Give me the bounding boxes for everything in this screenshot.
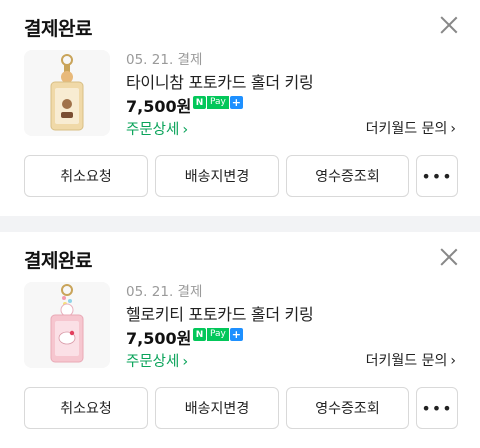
order-detail-link[interactable]: 주문상세 › — [126, 350, 188, 371]
npay-badge: N Pay + — [193, 95, 243, 110]
order-detail-link[interactable]: 주문상세 › — [126, 118, 188, 139]
keyring-holder-image — [24, 282, 110, 368]
close-icon[interactable] — [438, 246, 460, 268]
seller-inquiry-link[interactable]: 더키월드 문의 › — [366, 118, 456, 138]
view-receipt-button[interactable]: 영수증조회 — [286, 387, 409, 429]
npay-plus-icon: + — [229, 96, 243, 109]
order-status: 결제완료 — [24, 18, 92, 40]
keyring-holder-image — [24, 50, 110, 136]
cancel-request-button[interactable]: 취소요청 — [24, 387, 148, 429]
close-icon[interactable] — [438, 14, 460, 36]
npay-pay-label: Pay — [207, 96, 229, 109]
view-receipt-button[interactable]: 영수증조회 — [286, 155, 409, 197]
seller-inquiry-label: 더키월드 문의 — [365, 121, 448, 137]
npay-pay-label: Pay — [207, 328, 229, 341]
more-options-button[interactable]: ••• — [416, 155, 458, 197]
change-address-button[interactable]: 배송지변경 — [155, 387, 279, 429]
npay-n-icon: N — [193, 328, 206, 341]
product-price: 7,500원 — [126, 97, 192, 116]
npay-n-icon: N — [193, 96, 206, 109]
payment-date: 05. 21. 결제 — [126, 284, 203, 300]
product-thumbnail[interactable] — [24, 50, 110, 136]
seller-inquiry-label: 더키월드 문의 — [365, 353, 448, 369]
npay-plus-icon: + — [229, 328, 243, 341]
more-options-button[interactable]: ••• — [416, 387, 458, 429]
order-card: 결제완료 05. 21. 결제 타이니참 포토카드 홀더 키링 7,500원 N… — [0, 0, 480, 216]
product-name[interactable]: 타이니참 포토카드 홀더 키링 — [126, 69, 314, 93]
seller-inquiry-link[interactable]: 더키월드 문의 › — [366, 350, 456, 370]
order-card: 결제완료 05. 21. 결제 헬로키티 포토카드 홀더 키링 7,500원 N… — [0, 232, 480, 448]
cancel-request-button[interactable]: 취소요청 — [24, 155, 148, 197]
order-detail-label: 주문상세 — [126, 354, 180, 370]
chevron-right-icon: › — [182, 122, 189, 138]
section-divider — [0, 216, 480, 232]
order-status: 결제완료 — [24, 250, 92, 272]
chevron-right-icon: › — [450, 353, 456, 369]
product-name[interactable]: 헬로키티 포토카드 홀더 키링 — [126, 301, 314, 325]
chevron-right-icon: › — [182, 354, 189, 370]
payment-date: 05. 21. 결제 — [126, 52, 203, 68]
npay-badge: N Pay + — [193, 327, 243, 342]
order-detail-label: 주문상세 — [126, 122, 180, 138]
product-price: 7,500원 — [126, 329, 192, 348]
chevron-right-icon: › — [450, 121, 456, 137]
product-thumbnail[interactable] — [24, 282, 110, 368]
change-address-button[interactable]: 배송지변경 — [155, 155, 279, 197]
